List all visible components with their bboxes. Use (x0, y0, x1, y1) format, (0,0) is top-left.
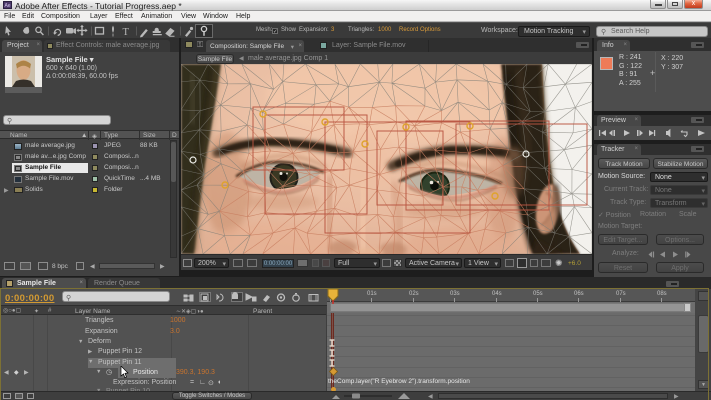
svg-text:T: T (123, 27, 130, 38)
